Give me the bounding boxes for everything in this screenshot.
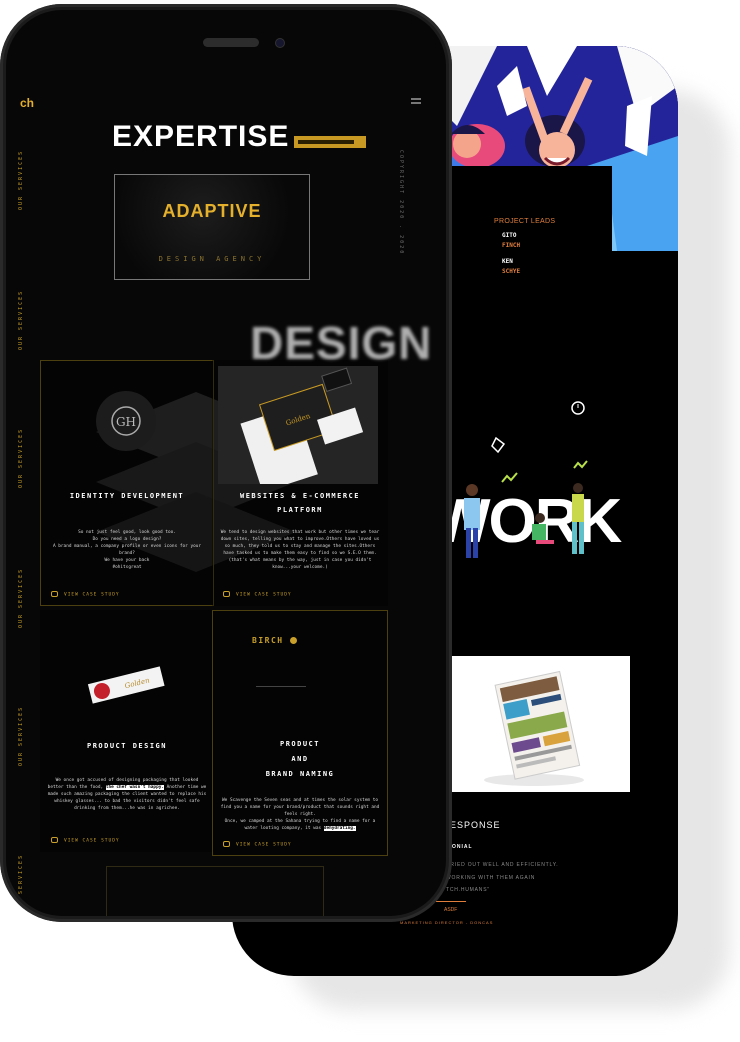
response-title: ESPONSE <box>450 820 501 830</box>
stationery-mockup-image: Golden <box>218 366 378 484</box>
card-title: BRAND NAMING <box>265 770 335 778</box>
case-study-label: VIEW CASE STUDY <box>236 592 292 598</box>
case-study-link[interactable]: VIEW CASE STUDY <box>51 591 120 598</box>
phone-screen: ch OUR SERVICES OUR SERVICES OUR SERVICE… <box>6 10 446 916</box>
adaptive-logo-box: ADAPTIVE DESIGN AGENCY <box>114 174 310 280</box>
side-label: OUR SERVICES <box>18 289 24 350</box>
lead-name: FINCH <box>502 242 521 249</box>
case-study-link[interactable]: VIEW CASE STUDY <box>51 837 120 844</box>
copyright-vertical: COPYRIGHT 2020 . 2020 <box>398 150 404 256</box>
side-label: SERVICES <box>18 853 24 894</box>
case-study-link[interactable]: VIEW CASE STUDY <box>223 841 292 848</box>
birch-brand-logo: BIRCH <box>252 636 297 645</box>
testimonial-role: MARKETING DIRECTOR - DONCAS <box>400 920 494 925</box>
project-leads-title: PROJECT LEADS <box>494 218 556 225</box>
page-title: EXPERTISE <box>112 120 290 153</box>
testimonial-author: ASDF <box>444 907 458 913</box>
side-label: OUR SERVICES <box>18 427 24 488</box>
case-study-icon <box>51 837 58 843</box>
heading-accent-bar-inner <box>298 140 354 144</box>
service-card: GH IDENTITY DEVELOPMENT So not just feel… <box>40 360 214 606</box>
side-label: OUR SERVICES <box>18 149 24 210</box>
menu-icon[interactable] <box>411 98 421 100</box>
card-body: We tend to design websites that work but… <box>220 530 380 570</box>
check-badge-icon <box>289 637 297 644</box>
card-title: WEBSITES & E-COMMERCE PLATFORM <box>239 492 360 514</box>
birch-label: BIRCH <box>252 636 284 645</box>
divider <box>256 686 306 687</box>
testimonial-label: ONIAL <box>452 844 473 850</box>
divider <box>436 901 466 902</box>
case-study-link[interactable]: VIEW CASE STUDY <box>223 591 292 598</box>
side-label: OUR SERVICES <box>18 705 24 766</box>
service-card: PRODUCT AND BRAND NAMING We Scavenge the… <box>212 610 388 856</box>
card-body: So not just feel good, look good too. Do… <box>52 530 202 570</box>
testimonial-line: TCH.HUMANS" <box>446 887 490 893</box>
svg-text:GH: GH <box>116 415 136 429</box>
adaptive-subtitle: DESIGN AGENCY <box>158 255 266 263</box>
card-body-highlight: the chef wasn't happy. <box>105 785 164 790</box>
camera-icon <box>276 39 284 47</box>
case-study-label: VIEW CASE STUDY <box>64 838 120 844</box>
card-body: We once got accused of designing packagi… <box>47 777 207 812</box>
case-study-icon <box>223 841 230 847</box>
project-leads-panel: PROJECT LEADS GITO FINCH KEN SCHYE <box>432 166 612 275</box>
speaker-notch <box>203 38 259 47</box>
lead-name: SCHYE <box>502 268 521 275</box>
lead-name: GITO <box>502 232 517 239</box>
brand-logo[interactable]: ch <box>20 96 34 110</box>
menu-icon-line[interactable] <box>411 102 421 104</box>
card-body: We Scavenge the Seven seas and at times … <box>219 797 381 832</box>
service-card: Golden PRODUCT DESIGN We once got accuse… <box>40 610 214 852</box>
case-study-label: VIEW CASE STUDY <box>236 842 292 848</box>
golden-hotel-logo: GH <box>96 391 156 451</box>
case-study-label: VIEW CASE STUDY <box>64 592 120 598</box>
case-study-icon <box>223 591 230 597</box>
testimonial-line: RRIED OUT WELL AND EFFICIENTLY. <box>446 862 559 868</box>
case-study-icon <box>51 591 58 597</box>
card-title: IDENTITY DEVELOPMENT <box>69 492 185 500</box>
service-card-placeholder <box>106 866 324 916</box>
card-body-highlight: dehydrating. <box>323 826 356 831</box>
testimonial-line: WORKING WITH THEM AGAIN <box>446 875 536 881</box>
front-phone: ch OUR SERVICES OUR SERVICES OUR SERVICE… <box>0 4 452 922</box>
flyer-mockup <box>438 656 630 792</box>
work-illustration: WORK <box>432 398 630 608</box>
lead-name: KEN <box>502 258 513 265</box>
card-title: PRODUCT DESIGN <box>86 742 167 750</box>
card-title: AND <box>291 755 309 763</box>
card-title: PRODUCT <box>279 740 320 748</box>
product-packaging-image: Golden <box>87 666 165 704</box>
adaptive-title: ADAPTIVE <box>162 201 262 221</box>
side-label: OUR SERVICES <box>18 567 24 628</box>
